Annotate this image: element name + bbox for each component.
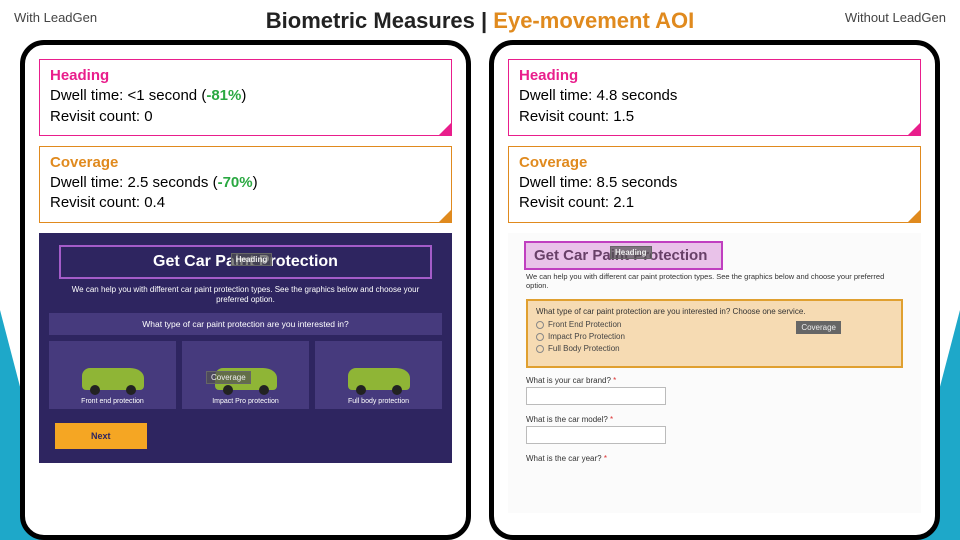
- card-front-end[interactable]: Front end protection: [49, 341, 176, 409]
- note-heading-right: Heading Dwell time: 4.8 seconds Revisit …: [508, 59, 921, 136]
- radio-icon: [536, 333, 544, 341]
- note-heading-dwell: Dwell time: 4.8 seconds: [519, 86, 910, 106]
- title-sep: |: [475, 8, 493, 33]
- aoi-coverage-tag: Coverage: [206, 371, 251, 384]
- dwell-pre: Dwell time: <1 second (: [50, 87, 206, 104]
- card-impact-pro[interactable]: Impact Pro protection Coverage: [182, 341, 309, 409]
- tablet-right: Heading Dwell time: 4.8 seconds Revisit …: [489, 40, 940, 540]
- note-coverage-right: Coverage Dwell time: 8.5 seconds Revisit…: [508, 146, 921, 223]
- note-heading-left: Heading Dwell time: <1 second (-81%) Rev…: [39, 59, 452, 136]
- radio-icon: [536, 321, 544, 329]
- note-coverage-dwell: Dwell time: 8.5 seconds: [519, 173, 910, 193]
- dwell-post: ): [241, 87, 246, 104]
- mock-subtitle: We can help you with different car paint…: [63, 285, 428, 306]
- required-mark: *: [604, 454, 607, 463]
- radio-icon: [536, 345, 544, 353]
- radio-label: Full Body Protection: [548, 344, 620, 353]
- q-label: What is the car year?: [526, 454, 602, 463]
- q-label: What is your car brand?: [526, 376, 611, 385]
- note-heading-revisit: Revisit count: 1.5: [519, 107, 910, 127]
- page-title: Biometric Measures | Eye-movement AOI: [0, 8, 960, 34]
- input-model[interactable]: [526, 426, 666, 444]
- panels-row: Heading Dwell time: <1 second (-81%) Rev…: [20, 40, 940, 540]
- aoi-heading-tag: Heading: [610, 246, 652, 259]
- mock-subtitle: We can help you with different car paint…: [526, 272, 903, 292]
- note-coverage-title: Coverage: [519, 153, 910, 173]
- card-full-body[interactable]: Full body protection: [315, 341, 442, 409]
- note-heading-dwell: Dwell time: <1 second (-81%): [50, 86, 441, 106]
- question-model: What is the car model? *: [526, 415, 903, 424]
- note-coverage-left: Coverage Dwell time: 2.5 seconds (-70%) …: [39, 146, 452, 223]
- next-button[interactable]: Next: [55, 423, 147, 449]
- mock-question: What type of car paint protection are yo…: [536, 307, 893, 316]
- note-heading-title: Heading: [519, 66, 910, 86]
- question-brand: What is your car brand? *: [526, 376, 903, 385]
- mock-heading: Get Car Paint Protection Heading: [59, 245, 432, 279]
- mock-heading: Get Car Paint Protection Heading: [526, 243, 715, 268]
- card-label: Impact Pro protection: [212, 398, 279, 405]
- mock-cards-row: Front end protection Impact Pro protecti…: [49, 341, 442, 409]
- note-heading-title: Heading: [50, 66, 441, 86]
- dwell-delta: -70%: [218, 174, 253, 191]
- radio-label: Front End Protection: [548, 320, 621, 329]
- mock-question: What type of car paint protection are yo…: [49, 313, 442, 335]
- q-label: What is the car model?: [526, 415, 608, 424]
- dwell-delta: -81%: [206, 87, 241, 104]
- required-mark: *: [610, 415, 613, 424]
- card-label: Front end protection: [81, 398, 144, 405]
- aoi-heading-tag: Heading: [231, 253, 273, 266]
- card-label: Full body protection: [348, 398, 409, 405]
- note-heading-revisit: Revisit count: 0: [50, 107, 441, 127]
- title-main: Biometric Measures: [266, 8, 475, 33]
- note-coverage-revisit: Revisit count: 0.4: [50, 193, 441, 213]
- question-year: What is the car year? *: [526, 454, 903, 463]
- dwell-post: ): [253, 174, 258, 191]
- title-accent: Eye-movement AOI: [493, 8, 694, 33]
- note-coverage-dwell: Dwell time: 2.5 seconds (-70%): [50, 173, 441, 193]
- note-coverage-title: Coverage: [50, 153, 441, 173]
- mock-form-leadgen: Get Car Paint Protection Heading We can …: [39, 233, 452, 463]
- tablet-left: Heading Dwell time: <1 second (-81%) Rev…: [20, 40, 471, 540]
- radio-option-full[interactable]: Full Body Protection: [536, 344, 893, 353]
- dwell-pre: Dwell time: 2.5 seconds (: [50, 174, 218, 191]
- radio-label: Impact Pro Protection: [548, 332, 625, 341]
- required-mark: *: [613, 376, 616, 385]
- input-brand[interactable]: [526, 387, 666, 405]
- car-icon: [348, 368, 410, 390]
- mock-form-plain: Get Car Paint Protection Heading We can …: [508, 233, 921, 513]
- aoi-coverage-tag: Coverage: [796, 321, 841, 334]
- aoi-coverage-box: What type of car paint protection are yo…: [526, 299, 903, 368]
- car-icon: [82, 368, 144, 390]
- note-coverage-revisit: Revisit count: 2.1: [519, 193, 910, 213]
